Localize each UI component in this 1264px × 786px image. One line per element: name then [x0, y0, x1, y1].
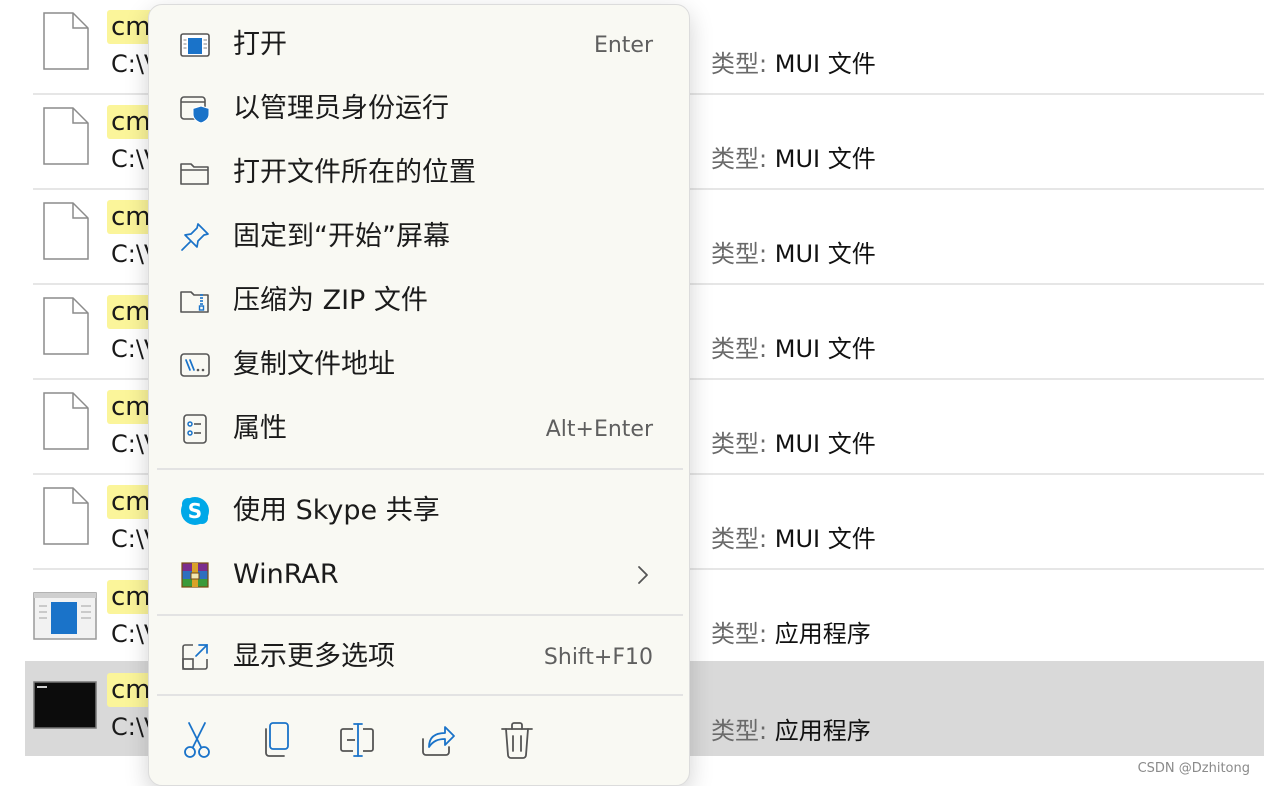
- watermark: CSDN @Dzhitong: [1137, 761, 1250, 776]
- type-value: MUI 文件: [774, 335, 876, 363]
- open-window-icon: [180, 33, 210, 57]
- menu-item-copy-path[interactable]: 复制文件地址: [157, 335, 683, 395]
- type-key: 类型:: [711, 50, 768, 78]
- menu-divider: [157, 468, 683, 470]
- shortcut-text: Enter: [593, 33, 653, 58]
- file-path: C:\V: [111, 620, 151, 648]
- zip-folder-icon: [180, 291, 209, 313]
- menu-item-label: 显示更多选项: [233, 641, 395, 672]
- copy-path-icon: [180, 353, 210, 377]
- menu-item-properties[interactable]: 属性 Alt+Enter: [157, 399, 683, 459]
- skype-icon: S: [181, 497, 209, 525]
- file-path: C:\V: [111, 145, 151, 173]
- type-key: 类型:: [711, 335, 768, 363]
- type-value: 应用程序: [774, 620, 871, 648]
- menu-item-show-more-options[interactable]: 显示更多选项 Shift+F10: [157, 627, 683, 687]
- svg-text:S: S: [188, 499, 202, 523]
- terminal-icon: [33, 681, 97, 729]
- menu-item-label: 固定到“开始”屏幕: [233, 221, 450, 252]
- type-key: 类型:: [711, 620, 768, 648]
- type-value: MUI 文件: [774, 240, 876, 268]
- document-icon: [43, 202, 89, 260]
- menu-item-run-as-admin[interactable]: 以管理员身份运行: [157, 79, 683, 139]
- menu-divider: [157, 614, 683, 616]
- context-menu: 打开 Enter 以管理员身份运行 打开文件所在的位置 固定到“开始”屏幕 压缩…: [148, 4, 690, 786]
- type-value: MUI 文件: [774, 145, 876, 173]
- type-key: 类型:: [711, 430, 768, 458]
- file-type: 类型: MUI 文件: [711, 44, 876, 79]
- properties-icon: [183, 414, 207, 444]
- search-match-highlight: cm: [107, 200, 153, 234]
- menu-item-open-location[interactable]: 打开文件所在的位置: [157, 143, 683, 203]
- menu-item-share-skype[interactable]: S 使用 Skype 共享: [157, 481, 683, 541]
- file-path: C:\V: [111, 240, 151, 268]
- search-match-highlight: cm: [107, 485, 153, 519]
- type-value: MUI 文件: [774, 50, 876, 78]
- search-match-highlight: cm: [107, 10, 153, 44]
- file-type: 类型: MUI 文件: [711, 139, 876, 174]
- menu-item-label: 使用 Skype 共享: [233, 495, 440, 526]
- winrar-icon: [181, 562, 209, 588]
- file-type: 类型: 应用程序: [711, 614, 871, 649]
- document-icon: [43, 392, 89, 450]
- menu-item-label: 打开文件所在的位置: [233, 157, 476, 188]
- trash-icon[interactable]: [497, 717, 537, 765]
- show-more-icon: [182, 644, 208, 670]
- type-key: 类型:: [711, 525, 768, 553]
- menu-item-label: 打开: [233, 29, 287, 60]
- search-match-highlight: cm: [107, 580, 153, 614]
- rename-icon[interactable]: [337, 717, 377, 765]
- menu-item-open[interactable]: 打开 Enter: [157, 15, 683, 75]
- type-key: 类型:: [711, 717, 768, 745]
- menu-item-winrar[interactable]: WinRAR: [157, 545, 683, 605]
- file-path: C:\V: [111, 430, 151, 458]
- search-match-highlight: cm: [107, 105, 153, 139]
- menu-item-label: WinRAR: [233, 559, 339, 590]
- file-path: C:\V: [111, 525, 151, 553]
- document-icon: [43, 487, 89, 545]
- search-match-highlight: cm: [107, 673, 153, 707]
- type-value: 应用程序: [774, 717, 871, 745]
- file-type: 类型: MUI 文件: [711, 424, 876, 459]
- file-type: 类型: MUI 文件: [711, 234, 876, 269]
- scissors-icon[interactable]: [177, 717, 217, 765]
- share-icon[interactable]: [417, 717, 457, 765]
- menu-item-pin-to-start[interactable]: 固定到“开始”屏幕: [157, 207, 683, 267]
- shortcut-text: Shift+F10: [543, 645, 653, 670]
- type-value: MUI 文件: [774, 525, 876, 553]
- file-path: C:\V: [111, 713, 151, 741]
- type-value: MUI 文件: [774, 430, 876, 458]
- admin-shield-icon: [180, 96, 210, 124]
- menu-item-label: 压缩为 ZIP 文件: [233, 285, 428, 316]
- search-match-highlight: cm: [107, 295, 153, 329]
- copy-icon[interactable]: [257, 717, 297, 765]
- file-type: 类型: 应用程序: [711, 711, 871, 746]
- menu-item-label: 属性: [233, 413, 287, 444]
- file-type: 类型: MUI 文件: [711, 519, 876, 554]
- application-icon: [33, 592, 97, 640]
- search-match-highlight: cm: [107, 390, 153, 424]
- type-key: 类型:: [711, 145, 768, 173]
- pin-icon: [181, 223, 209, 251]
- folder-icon: [180, 163, 209, 185]
- file-path: C:\V: [111, 50, 151, 78]
- document-icon: [43, 12, 89, 70]
- document-icon: [43, 107, 89, 165]
- document-icon: [43, 297, 89, 355]
- menu-item-label: 复制文件地址: [233, 349, 395, 380]
- shortcut-text: Alt+Enter: [545, 417, 653, 442]
- type-key: 类型:: [711, 240, 768, 268]
- file-path: C:\V: [111, 335, 151, 363]
- menu-item-compress-zip[interactable]: 压缩为 ZIP 文件: [157, 271, 683, 331]
- menu-item-label: 以管理员身份运行: [233, 93, 449, 124]
- file-type: 类型: MUI 文件: [711, 329, 876, 364]
- chevron-right-icon: [638, 566, 648, 584]
- menu-divider: [157, 694, 683, 696]
